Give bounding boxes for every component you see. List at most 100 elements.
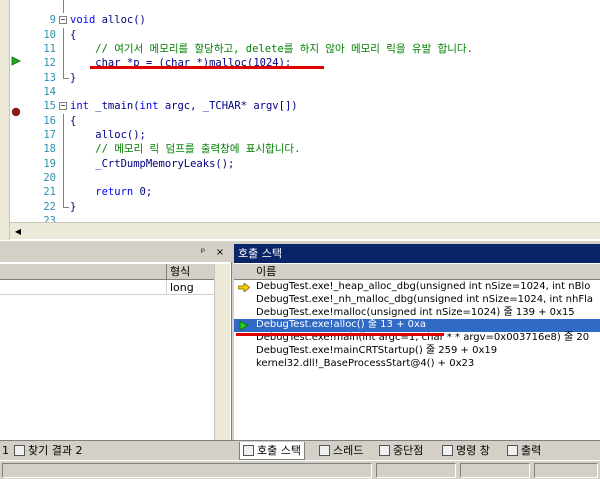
grid-cell [0, 280, 167, 295]
fold-guide [63, 128, 64, 143]
tab-label: 스레드 [333, 444, 364, 457]
code-token: 0; [133, 186, 153, 199]
horizontal-scrollbar[interactable]: ◀ [10, 222, 600, 239]
code-text: alloc(); [70, 129, 146, 142]
tab-label: 찾기 결과 2 [28, 444, 83, 457]
fold-guide [63, 156, 64, 172]
call-stack-row[interactable]: DebugTest.exe!_heap_alloc_dbg(unsigned i… [234, 281, 600, 294]
code-text: int _tmain(int argc, _TCHAR* argv[]) [70, 99, 298, 113]
breakpoint-gutter[interactable] [10, 0, 24, 222]
code-text: { [70, 28, 77, 41]
fold-guide [63, 42, 64, 57]
tab-label: 1 [2, 444, 9, 457]
column-header-value[interactable] [0, 264, 167, 280]
status-cell [534, 463, 598, 478]
tab-label: 중단점 [393, 444, 424, 457]
call-stack-row-selected[interactable]: DebugTest.exe!alloc() 줄 13 + 0xa [234, 319, 600, 333]
tab-command-window[interactable]: 명령 창 [442, 442, 490, 460]
call-stack-row[interactable]: DebugTest.exe!_nh_malloc_dbg(unsigned in… [234, 294, 600, 307]
tab-label: 호출 스택 [257, 444, 301, 457]
code-line: 10 − void alloc() [24, 13, 600, 40]
column-header-name[interactable]: 이름 [256, 264, 276, 280]
fold-guide [63, 113, 64, 129]
tab-threads[interactable]: 스레드 [319, 442, 363, 460]
code-line: 22 return 0; [24, 185, 600, 213]
call-stack-row[interactable]: DebugTest.exe!malloc(unsigned int nSize=… [234, 307, 600, 320]
editor-margin-strip [0, 0, 10, 240]
call-stack-header: 이름 [234, 264, 600, 280]
collapse-toggle-icon[interactable]: − [59, 102, 67, 111]
close-icon[interactable]: × [214, 247, 226, 259]
pin-icon[interactable]: ᵖ [197, 247, 209, 259]
highlight-underline [90, 66, 324, 70]
code-line: 11 { [24, 27, 600, 55]
code-comment: // 여기서 메모리를 할당하고, delete를 하지 않아 메모리 릭을 유… [70, 43, 473, 56]
collapse-toggle-icon[interactable]: − [59, 16, 67, 25]
code-line: 12 // 여기서 메모리를 할당하고, delete를 하지 않아 메모리 릭… [24, 42, 600, 69]
call-stack-row[interactable]: kernel32.dll!_BaseProcessStart@4() + 0x2… [234, 358, 600, 371]
code-text: } [70, 200, 77, 213]
current-frame-arrow-icon [238, 283, 250, 292]
call-stack-row[interactable]: DebugTest.exe!mainCRTStartup() 줄 259 + 0… [234, 345, 600, 358]
code-line: 19 // 메모리 릭 덤프를 출력창에 표시합니다. [24, 142, 600, 170]
code-text: return 0; [70, 185, 152, 199]
code-line: 17 { [24, 113, 600, 141]
call-stack-pane: 호출 스택 이름 DebugTest.exe!_heap_alloc_dbg(u… [234, 244, 600, 460]
code-line: 18 alloc(); [24, 128, 600, 155]
grid-cell-type: long [170, 281, 194, 294]
keyword: int [70, 100, 89, 113]
find-results-icon [14, 444, 25, 456]
grid-header: 형식 [0, 264, 230, 280]
keyword: return [70, 186, 134, 199]
code-line: 14 } [24, 70, 600, 98]
fold-guide [63, 185, 64, 200]
tab-output[interactable]: 출력 [507, 442, 541, 460]
fold-guide [63, 171, 64, 186]
status-cell [460, 463, 530, 478]
threads-icon [319, 444, 330, 456]
command-window-icon [442, 444, 453, 456]
code-line: 16 − int _tmain(int argc, _TCHAR* argv[]… [24, 99, 600, 126]
output-icon [507, 444, 518, 456]
call-stack-frame: kernel32.dll!_BaseProcessStart@4() + 0x2… [256, 357, 475, 369]
code-lines: 9 10 − void alloc() 11 { 12 // 여기서 메모리를 … [24, 0, 600, 240]
code-line: 9 [24, 0, 600, 26]
code-text: _CrtDumpMemoryLeaks(); [70, 157, 235, 170]
bottom-tab-strip: 1 찾기 결과 2 호출 스택 스레드 중단점 명령 창 출력 [0, 440, 600, 460]
code-line-current: 13 char *p = (char *)malloc(1024); [24, 56, 600, 84]
tab-call-stack[interactable]: 호출 스택 [239, 442, 305, 460]
code-token: _tmain( [88, 100, 140, 113]
breakpoints-icon [379, 444, 390, 456]
variables-pane: ᵖ × 형식 long [0, 244, 232, 460]
status-cell [376, 463, 456, 478]
vertical-scrollbar[interactable] [214, 264, 230, 460]
tab-label: 명령 창 [456, 444, 490, 457]
fold-guide [63, 56, 64, 71]
tab-find-results-2[interactable]: 찾기 결과 2 [14, 442, 82, 460]
tab-breakpoints[interactable]: 중단점 [379, 442, 423, 460]
code-text: { [70, 114, 77, 127]
code-comment: // 메모리 릭 덤프를 출력창에 표시합니다. [70, 143, 301, 156]
tab-1[interactable]: 1 [2, 442, 9, 460]
code-line: 15 [24, 85, 600, 112]
call-stack-frame: DebugTest.exe!mainCRTStartup() 줄 259 + 0… [256, 344, 498, 356]
code-text: } [70, 71, 77, 84]
highlight-underline [236, 333, 444, 336]
fold-guide [63, 0, 64, 14]
current-statement-arrow-icon [11, 56, 21, 66]
variables-grid: 형식 long [0, 264, 230, 295]
tab-label: 출력 [521, 444, 542, 457]
breakpoint-icon[interactable] [11, 107, 21, 117]
call-stack-list: DebugTest.exe!_heap_alloc_dbg(unsigned i… [234, 281, 600, 371]
fold-guide [63, 27, 64, 43]
scroll-left-icon[interactable]: ◀ [12, 226, 24, 237]
table-row[interactable]: long [0, 280, 230, 295]
call-stack-frame: DebugTest.exe!_heap_alloc_dbg(unsigned i… [256, 281, 591, 292]
code-token: alloc() [95, 14, 146, 27]
code-line: 20 _CrtDumpMemoryLeaks(); [24, 156, 600, 184]
fold-guide [63, 142, 64, 157]
code-token: argc, _TCHAR* argv[]) [158, 100, 298, 113]
call-stack-icon [243, 444, 254, 456]
selected-frame-arrow-icon [239, 321, 249, 331]
code-editor[interactable]: 9 10 − void alloc() 11 { 12 // 여기서 메모리를 … [0, 0, 600, 240]
